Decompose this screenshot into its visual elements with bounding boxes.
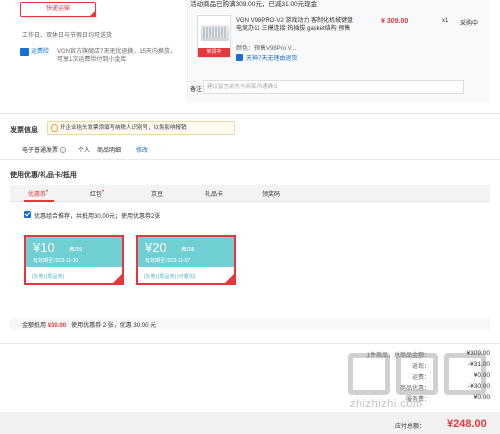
invoice-title: 发票信息 [10, 127, 38, 134]
coupon-validity: 有效期至2023-11-07 [145, 258, 191, 264]
product-image-tag: 到货中 [198, 48, 230, 57]
section-divider [0, 343, 500, 344]
coupon-validity: 有效期至2023-11-30 [33, 258, 79, 264]
selected-corner-icon [113, 274, 122, 283]
help-icon[interactable]: ? [59, 147, 66, 154]
invoice-edit-link[interactable]: 修改 [136, 145, 148, 154]
coupon-summary: 金额抵用 ¥30.00 使用优惠券 2 张，优惠 30.00 元 [22, 320, 156, 329]
pay-amount: ¥248.00 [447, 418, 487, 430]
tab-prize-code[interactable]: 领奖码 [262, 189, 280, 198]
coupon-tags: [东券] [限品类] [可叠加] [144, 274, 196, 280]
invoice-content: 商品明细 [97, 148, 122, 154]
tab-coupons[interactable]: 优惠券• [28, 189, 48, 198]
product-image[interactable]: 到货中 [197, 15, 231, 58]
coupons-title: 使用优惠/礼品卡/抵用 [10, 172, 77, 179]
recommend-checkbox[interactable] [24, 211, 31, 218]
selected-corner-icon [89, 10, 96, 17]
keyboard-image [201, 25, 229, 41]
promo-text: 活动商品已购满309.00元，已减31.00元现金 [190, 1, 318, 8]
insurance-label[interactable]: 运费险 [31, 48, 49, 56]
tab-red-packet[interactable]: 红包• [90, 189, 104, 198]
invoice-tip-text: 开企业抬头发票须填写纳税人识别号，以免影响报销 [60, 125, 187, 131]
summary-detail: 使用优惠券 2 张，优惠 30.00 元 [71, 323, 157, 329]
coupon-condition: 满208 [181, 247, 195, 253]
invoice-holder: 个人 [78, 148, 91, 154]
coupon-amount: ¥10 [33, 240, 55, 255]
coupon-card[interactable]: ¥20 满208 有效期至2023-11-07 [东券] [限品类] [可叠加] [136, 235, 236, 285]
checkout-page: 快递运输 工作日、双休日与节假日均可送货 运费险 VGN官方旗舰店7天无忧退换，… [0, 0, 500, 434]
tab-gift-card[interactable]: 礼品卡 [205, 189, 223, 198]
product-title[interactable]: VGN V98PRO-V2 游戏动力 客制化机械键盘 电竞办公 三模连接 热插拔… [236, 17, 356, 33]
service-icon [236, 54, 243, 61]
watermark-text: zhizhizhi.com [350, 398, 423, 410]
summary-label: 金额抵用 [22, 323, 47, 329]
section-divider [0, 159, 500, 160]
selected-corner-icon [225, 274, 234, 283]
coupon-amount: ¥20 [145, 240, 167, 255]
summary-amount: ¥30.00 [47, 323, 67, 329]
remark-input[interactable]: 建议留言前先与商家沟通确认 [203, 80, 464, 94]
invoice-type: 电子普通发票 ? [22, 145, 66, 154]
shipping-method-button[interactable]: 快递运输 [20, 2, 96, 17]
section-divider [0, 113, 500, 114]
product-option: 颜色：预售V98Pro V... [236, 46, 297, 52]
product-stock: 采购中 [460, 21, 479, 27]
invoice-type-label: 电子普通发票 [22, 148, 59, 154]
coupon-condition: 满299 [69, 247, 83, 253]
pay-label: 应付总额： [395, 424, 426, 430]
product-price: ¥ 309.00 [381, 18, 409, 25]
coupon-tags: [东券] [限品类] [32, 274, 64, 280]
coupon-card[interactable]: ¥10 满299 有效期至2023-11-30 [东券] [限品类] [24, 235, 124, 285]
shipping-method-label: 快递运输 [45, 6, 70, 12]
invoice-tip: 开企业抬头发票须填写纳税人识别号，以免影响报销 [47, 121, 235, 135]
watermark-logo: zhizhizhi.com [348, 353, 488, 415]
coupon-tabs [10, 185, 490, 202]
insurance-note: VGN官方旗舰店7天无忧退换，15天内换货，可享1次运费险付到小金库 [57, 49, 177, 63]
product-service[interactable]: 天神7天无理由退货 [246, 53, 297, 62]
product-qty: x1 [442, 18, 449, 24]
bulb-icon [51, 124, 58, 132]
recommend-text: 优惠组合推荐，共抵用30.00元；使用优惠券2张 [34, 214, 161, 220]
active-tab-indicator [24, 200, 54, 202]
insurance-icon [20, 48, 29, 56]
delivery-time-text: 工作日、双休日与节假日均可送货 [22, 33, 113, 39]
tab-jingdou[interactable]: 京豆 [151, 189, 163, 198]
